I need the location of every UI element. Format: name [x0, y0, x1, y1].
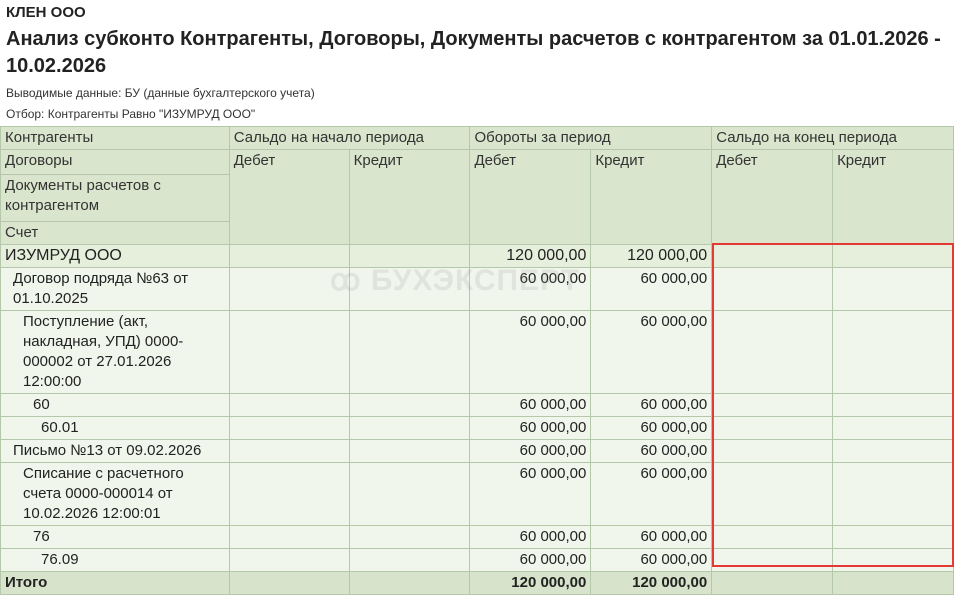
organization-name: КЛЕН ООО: [6, 4, 86, 21]
total-row: Итого 120 000,00 120 000,00: [0, 571, 954, 595]
filter-info: Отбор: Контрагенты Равно "ИЗУМРУД ООО": [6, 107, 256, 121]
col-counterparties: Контрагенты: [0, 126, 230, 150]
col-closing-debit: Дебет: [711, 149, 834, 245]
col-contracts: Договоры: [0, 149, 230, 175]
table-row[interactable]: Договор подряда №63 от 01.10.2025 60 000,…: [0, 267, 954, 311]
table-row[interactable]: Поступление (акт, накладная, УПД) 0000-0…: [0, 310, 954, 394]
col-closing-credit: Кредит: [832, 149, 954, 245]
report-table: Контрагенты Сальдо на начало периода Оборо…: [0, 126, 954, 595]
col-documents: Документы расчетов с контрагентом: [0, 174, 230, 222]
table-row[interactable]: Письмо №13 от 09.02.2026 60 000,00 60 000,…: [0, 439, 954, 463]
report-title: Анализ субконто Контрагенты, Договоры, Д…: [6, 28, 941, 77]
table-row[interactable]: 76.09 60 000,00 60 000,00: [0, 548, 954, 572]
table-row[interactable]: 60 60 000,00 60 000,00: [0, 393, 954, 417]
col-closing: Сальдо на конец периода: [711, 126, 954, 150]
col-opening-credit: Кредит: [348, 149, 471, 245]
output-data-info: Выводимые данные: БУ (данные бухгалтерск…: [6, 86, 315, 100]
table-row[interactable]: Списание с расчетного счета 0000-000014 …: [0, 462, 954, 526]
table-row[interactable]: ИЗУМРУД ООО 120 000,00 120 000,00: [0, 244, 954, 268]
table-row[interactable]: 60.01 60 000,00 60 000,00: [0, 416, 954, 440]
col-opening-debit: Дебет: [228, 149, 350, 245]
col-turnover: Обороты за период: [469, 126, 713, 150]
col-account: Счет: [0, 221, 230, 245]
table-row[interactable]: 76 60 000,00 60 000,00: [0, 525, 954, 549]
col-turnover-debit: Дебет: [469, 149, 592, 245]
col-opening: Сальдо на начало периода: [228, 126, 471, 150]
col-turnover-credit: Кредит: [590, 149, 713, 245]
